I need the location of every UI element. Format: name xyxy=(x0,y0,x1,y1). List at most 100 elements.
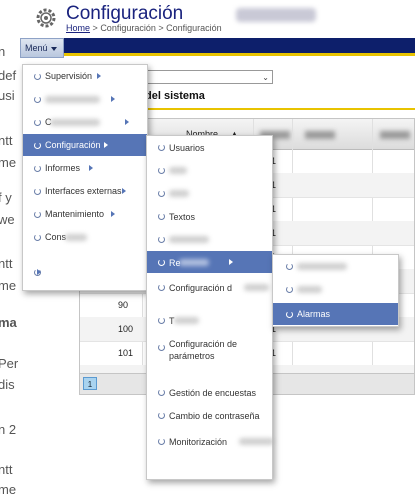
menu-item[interactable]: Configuración xyxy=(23,134,147,156)
redacted-label xyxy=(244,284,269,291)
menu-item[interactable]: C xyxy=(23,111,147,133)
column-header-redacted[interactable] xyxy=(305,131,335,139)
bg-text: Per xyxy=(0,356,19,371)
menu-item[interactable]: Cons xyxy=(23,226,147,260)
bg-text: usi xyxy=(0,88,15,103)
menu-item-label: Textos xyxy=(169,212,196,222)
redacted-label xyxy=(297,286,322,293)
bg-text: def xyxy=(0,68,17,83)
menu-item[interactable]: Informes xyxy=(23,157,147,179)
bg-text: ntt xyxy=(0,462,13,477)
menu-item-label: Gestión de encuestas xyxy=(169,388,257,398)
menu-item-label: Usuarios xyxy=(169,143,205,153)
menu-item[interactable]: Configuración d xyxy=(147,276,272,298)
menu-item-label: Mantenimiento xyxy=(45,209,105,219)
cell-code: 90 xyxy=(118,300,129,310)
menu-item-label: Interfaces externas xyxy=(45,186,122,196)
menu-item[interactable]: Alarmas xyxy=(273,303,398,325)
page-1-button[interactable]: 1 xyxy=(83,377,97,390)
menu-item[interactable]: Usuarios xyxy=(147,136,272,158)
refresh-icon xyxy=(286,311,293,318)
refresh-icon xyxy=(34,165,41,172)
menu-item[interactable]: Mantenimiento xyxy=(23,203,147,225)
chevron-right-icon xyxy=(125,119,129,125)
refresh-icon xyxy=(34,234,41,241)
menu-button[interactable]: Menú xyxy=(20,38,64,58)
menu-item[interactable] xyxy=(23,261,147,283)
chevron-down-icon: ⌄ xyxy=(262,73,269,82)
breadcrumb: Home > Configuración > Configuración xyxy=(66,23,222,33)
bg-text: n xyxy=(0,44,6,59)
bg-text: me xyxy=(0,155,17,170)
chevron-down-icon xyxy=(50,46,57,51)
refresh-icon xyxy=(286,286,293,293)
bg-text: me xyxy=(0,278,17,293)
config-submenu: Usuarios Textos Re Configuración d T Configur… xyxy=(146,135,274,480)
redacted-label xyxy=(174,317,199,324)
refresh-icon xyxy=(158,167,165,174)
background-document: n def usi ntt me f y we ntt me ma Per di… xyxy=(0,0,20,500)
filter-select[interactable]: ⌄ xyxy=(145,70,273,84)
third-submenu: Alarmas xyxy=(272,254,399,327)
chevron-right-icon xyxy=(104,142,108,148)
menu-item[interactable]: Interfaces externas xyxy=(23,180,147,202)
section-divider xyxy=(145,108,415,110)
chevron-right-icon xyxy=(97,73,101,79)
refresh-icon xyxy=(34,188,41,195)
breadcrumb-sep: > xyxy=(158,23,164,33)
menu-item[interactable] xyxy=(273,255,398,277)
chevron-right-icon xyxy=(122,188,126,194)
chevron-right-icon xyxy=(111,96,115,102)
menu-item[interactable]: Textos xyxy=(147,205,272,227)
menu-item[interactable] xyxy=(23,88,147,110)
chevron-right-icon xyxy=(89,165,93,171)
menu-item[interactable]: Cambio de contraseña xyxy=(147,404,272,426)
refresh-icon xyxy=(34,119,41,126)
menu-item[interactable] xyxy=(147,182,272,204)
menu-item[interactable] xyxy=(147,159,272,181)
menu-item[interactable]: Supervisión xyxy=(23,65,147,87)
menu-item[interactable]: Monitorización xyxy=(147,430,274,460)
redacted-label xyxy=(169,236,209,243)
refresh-icon xyxy=(158,412,165,419)
page-title: Configuración xyxy=(66,3,184,24)
section-title: del sistema xyxy=(145,90,205,102)
menu-item-label: Configuración de parámetros xyxy=(169,339,238,361)
refresh-icon xyxy=(158,213,165,220)
menu-item[interactable] xyxy=(147,228,272,250)
breadcrumb-home[interactable]: Home xyxy=(66,23,90,33)
column-header-redacted[interactable] xyxy=(380,131,410,139)
chevron-right-icon xyxy=(111,211,115,217)
redacted-label xyxy=(65,234,87,241)
menu-item[interactable] xyxy=(273,278,398,300)
breadcrumb-config[interactable]: Configuración xyxy=(100,23,156,33)
bg-text: f y xyxy=(0,190,12,205)
page-title-redacted xyxy=(236,8,316,22)
menu-item[interactable]: Configuración de parámetros xyxy=(147,336,272,372)
menu-item-label: Alarmas xyxy=(297,309,331,319)
refresh-icon xyxy=(158,236,165,243)
breadcrumb-current: Configuración xyxy=(166,23,222,33)
redacted-label xyxy=(297,263,347,270)
menu-item[interactable]: Re xyxy=(147,251,272,273)
refresh-icon xyxy=(158,144,165,151)
redacted-label xyxy=(50,119,100,126)
gear-icon xyxy=(36,8,56,28)
refresh-icon xyxy=(158,438,165,445)
menu-item-label: Supervisión xyxy=(45,71,93,81)
redacted-label xyxy=(239,438,274,445)
refresh-icon xyxy=(34,96,41,103)
refresh-icon xyxy=(158,344,165,351)
top-navbar xyxy=(20,38,415,56)
menu-item[interactable]: T xyxy=(147,309,272,331)
redacted-label xyxy=(169,190,189,197)
bg-text: n 2 xyxy=(0,422,17,437)
redacted-label xyxy=(179,259,209,266)
bg-text: ntt xyxy=(0,133,13,148)
menu-item[interactable]: Gestión de encuestas xyxy=(147,381,272,403)
refresh-icon xyxy=(34,73,41,80)
bg-text: we xyxy=(0,212,15,227)
menu-item-label: Cambio de contraseña xyxy=(169,411,260,421)
refresh-icon xyxy=(34,211,41,218)
chevron-right-icon xyxy=(37,269,41,275)
